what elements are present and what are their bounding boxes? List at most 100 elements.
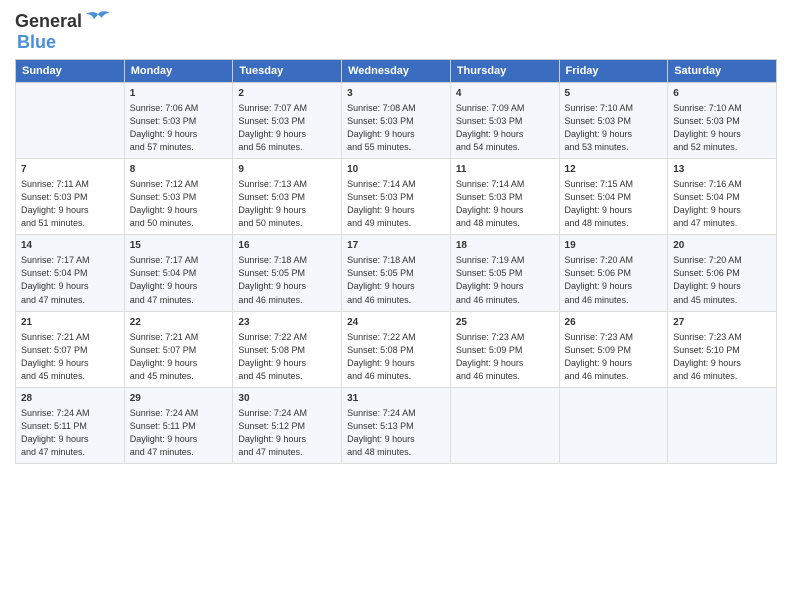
calendar-cell: 12Sunrise: 7:15 AM Sunset: 5:04 PM Dayli…: [559, 159, 668, 235]
day-number: 27: [673, 316, 771, 330]
day-number: 28: [21, 392, 119, 406]
cell-info: Sunrise: 7:17 AM Sunset: 5:04 PM Dayligh…: [130, 254, 228, 306]
cell-info: Sunrise: 7:21 AM Sunset: 5:07 PM Dayligh…: [130, 331, 228, 383]
day-number: 7: [21, 163, 119, 177]
calendar-cell: 29Sunrise: 7:24 AM Sunset: 5:11 PM Dayli…: [124, 387, 233, 463]
cell-info: Sunrise: 7:10 AM Sunset: 5:03 PM Dayligh…: [565, 102, 663, 154]
calendar-cell: 4Sunrise: 7:09 AM Sunset: 5:03 PM Daylig…: [450, 83, 559, 159]
calendar-cell: 8Sunrise: 7:12 AM Sunset: 5:03 PM Daylig…: [124, 159, 233, 235]
calendar-cell: 22Sunrise: 7:21 AM Sunset: 5:07 PM Dayli…: [124, 311, 233, 387]
week-row-1: 1Sunrise: 7:06 AM Sunset: 5:03 PM Daylig…: [16, 83, 777, 159]
calendar-cell: 28Sunrise: 7:24 AM Sunset: 5:11 PM Dayli…: [16, 387, 125, 463]
cell-info: Sunrise: 7:12 AM Sunset: 5:03 PM Dayligh…: [130, 178, 228, 230]
calendar-cell: 21Sunrise: 7:21 AM Sunset: 5:07 PM Dayli…: [16, 311, 125, 387]
calendar-cell: 7Sunrise: 7:11 AM Sunset: 5:03 PM Daylig…: [16, 159, 125, 235]
col-header-wednesday: Wednesday: [342, 60, 451, 83]
cell-info: Sunrise: 7:06 AM Sunset: 5:03 PM Dayligh…: [130, 102, 228, 154]
day-number: 14: [21, 239, 119, 253]
cell-info: Sunrise: 7:18 AM Sunset: 5:05 PM Dayligh…: [238, 254, 336, 306]
header: General Blue: [15, 10, 777, 53]
calendar-cell: 23Sunrise: 7:22 AM Sunset: 5:08 PM Dayli…: [233, 311, 342, 387]
day-number: 2: [238, 87, 336, 101]
day-number: 26: [565, 316, 663, 330]
day-number: 4: [456, 87, 554, 101]
calendar-cell: [559, 387, 668, 463]
cell-info: Sunrise: 7:13 AM Sunset: 5:03 PM Dayligh…: [238, 178, 336, 230]
cell-info: Sunrise: 7:24 AM Sunset: 5:13 PM Dayligh…: [347, 407, 445, 459]
day-number: 9: [238, 163, 336, 177]
week-row-3: 14Sunrise: 7:17 AM Sunset: 5:04 PM Dayli…: [16, 235, 777, 311]
day-number: 22: [130, 316, 228, 330]
day-number: 3: [347, 87, 445, 101]
calendar-cell: 19Sunrise: 7:20 AM Sunset: 5:06 PM Dayli…: [559, 235, 668, 311]
cell-info: Sunrise: 7:24 AM Sunset: 5:12 PM Dayligh…: [238, 407, 336, 459]
day-number: 25: [456, 316, 554, 330]
logo-general-text: General: [15, 11, 82, 32]
cell-info: Sunrise: 7:20 AM Sunset: 5:06 PM Dayligh…: [565, 254, 663, 306]
cell-info: Sunrise: 7:23 AM Sunset: 5:09 PM Dayligh…: [456, 331, 554, 383]
cell-info: Sunrise: 7:23 AM Sunset: 5:09 PM Dayligh…: [565, 331, 663, 383]
calendar-cell: 10Sunrise: 7:14 AM Sunset: 5:03 PM Dayli…: [342, 159, 451, 235]
day-number: 16: [238, 239, 336, 253]
cell-info: Sunrise: 7:08 AM Sunset: 5:03 PM Dayligh…: [347, 102, 445, 154]
day-number: 18: [456, 239, 554, 253]
calendar-cell: 30Sunrise: 7:24 AM Sunset: 5:12 PM Dayli…: [233, 387, 342, 463]
calendar-cell: [668, 387, 777, 463]
day-number: 29: [130, 392, 228, 406]
calendar-cell: 1Sunrise: 7:06 AM Sunset: 5:03 PM Daylig…: [124, 83, 233, 159]
calendar-cell: [450, 387, 559, 463]
day-number: 11: [456, 163, 554, 177]
day-number: 24: [347, 316, 445, 330]
calendar-cell: 25Sunrise: 7:23 AM Sunset: 5:09 PM Dayli…: [450, 311, 559, 387]
col-header-sunday: Sunday: [16, 60, 125, 83]
calendar-cell: 31Sunrise: 7:24 AM Sunset: 5:13 PM Dayli…: [342, 387, 451, 463]
day-number: 13: [673, 163, 771, 177]
logo-blue-text: Blue: [17, 32, 56, 53]
cell-info: Sunrise: 7:14 AM Sunset: 5:03 PM Dayligh…: [347, 178, 445, 230]
cell-info: Sunrise: 7:22 AM Sunset: 5:08 PM Dayligh…: [238, 331, 336, 383]
col-header-monday: Monday: [124, 60, 233, 83]
logo: General Blue: [15, 10, 112, 53]
calendar-cell: 5Sunrise: 7:10 AM Sunset: 5:03 PM Daylig…: [559, 83, 668, 159]
cell-info: Sunrise: 7:24 AM Sunset: 5:11 PM Dayligh…: [130, 407, 228, 459]
calendar-cell: 13Sunrise: 7:16 AM Sunset: 5:04 PM Dayli…: [668, 159, 777, 235]
cell-info: Sunrise: 7:11 AM Sunset: 5:03 PM Dayligh…: [21, 178, 119, 230]
cell-info: Sunrise: 7:23 AM Sunset: 5:10 PM Dayligh…: [673, 331, 771, 383]
calendar-cell: 26Sunrise: 7:23 AM Sunset: 5:09 PM Dayli…: [559, 311, 668, 387]
cell-info: Sunrise: 7:15 AM Sunset: 5:04 PM Dayligh…: [565, 178, 663, 230]
day-number: 1: [130, 87, 228, 101]
calendar-cell: 2Sunrise: 7:07 AM Sunset: 5:03 PM Daylig…: [233, 83, 342, 159]
cell-info: Sunrise: 7:20 AM Sunset: 5:06 PM Dayligh…: [673, 254, 771, 306]
cell-info: Sunrise: 7:10 AM Sunset: 5:03 PM Dayligh…: [673, 102, 771, 154]
calendar-cell: [16, 83, 125, 159]
cell-info: Sunrise: 7:24 AM Sunset: 5:11 PM Dayligh…: [21, 407, 119, 459]
calendar-cell: 15Sunrise: 7:17 AM Sunset: 5:04 PM Dayli…: [124, 235, 233, 311]
day-number: 10: [347, 163, 445, 177]
day-number: 23: [238, 316, 336, 330]
header-row: SundayMondayTuesdayWednesdayThursdayFrid…: [16, 60, 777, 83]
calendar-cell: 18Sunrise: 7:19 AM Sunset: 5:05 PM Dayli…: [450, 235, 559, 311]
cell-info: Sunrise: 7:07 AM Sunset: 5:03 PM Dayligh…: [238, 102, 336, 154]
page: General Blue SundayMonda: [0, 0, 792, 612]
day-number: 20: [673, 239, 771, 253]
week-row-5: 28Sunrise: 7:24 AM Sunset: 5:11 PM Dayli…: [16, 387, 777, 463]
day-number: 15: [130, 239, 228, 253]
cell-info: Sunrise: 7:14 AM Sunset: 5:03 PM Dayligh…: [456, 178, 554, 230]
col-header-friday: Friday: [559, 60, 668, 83]
col-header-saturday: Saturday: [668, 60, 777, 83]
day-number: 8: [130, 163, 228, 177]
calendar-table: SundayMondayTuesdayWednesdayThursdayFrid…: [15, 59, 777, 464]
day-number: 19: [565, 239, 663, 253]
week-row-4: 21Sunrise: 7:21 AM Sunset: 5:07 PM Dayli…: [16, 311, 777, 387]
calendar-cell: 9Sunrise: 7:13 AM Sunset: 5:03 PM Daylig…: [233, 159, 342, 235]
calendar-cell: 3Sunrise: 7:08 AM Sunset: 5:03 PM Daylig…: [342, 83, 451, 159]
day-number: 17: [347, 239, 445, 253]
logo-bird-icon: [84, 10, 112, 32]
cell-info: Sunrise: 7:09 AM Sunset: 5:03 PM Dayligh…: [456, 102, 554, 154]
cell-info: Sunrise: 7:18 AM Sunset: 5:05 PM Dayligh…: [347, 254, 445, 306]
cell-info: Sunrise: 7:17 AM Sunset: 5:04 PM Dayligh…: [21, 254, 119, 306]
calendar-cell: 20Sunrise: 7:20 AM Sunset: 5:06 PM Dayli…: [668, 235, 777, 311]
cell-info: Sunrise: 7:21 AM Sunset: 5:07 PM Dayligh…: [21, 331, 119, 383]
day-number: 5: [565, 87, 663, 101]
day-number: 6: [673, 87, 771, 101]
